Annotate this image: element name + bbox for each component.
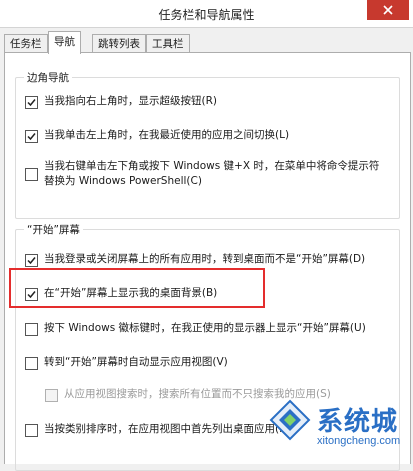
option-auto-show-apps-view[interactable]: 转到“开始”屏幕时自动显示应用视图(V)	[25, 355, 405, 370]
watermark: 系统城 xitongcheng.com	[267, 397, 407, 457]
watermark-url: xitongcheng.com	[317, 435, 401, 447]
option-label-line2: 替换为 Windows PowerShell(C)	[44, 175, 202, 187]
checkbox[interactable]	[25, 168, 38, 181]
tab-toolbars[interactable]: 工具栏	[146, 34, 190, 53]
option-switch-recent-apps[interactable]: 当我单击左上角时，在我最近使用的应用之间切换(L)	[25, 128, 405, 143]
option-go-to-desktop[interactable]: 当我登录或关闭屏幕上的所有应用时，转到桌面而不是“开始”屏幕(D)	[25, 252, 405, 267]
tab-jump-lists[interactable]: 跳转列表	[92, 34, 146, 53]
checkbox[interactable]	[25, 96, 38, 109]
checkbox[interactable]	[25, 424, 38, 437]
group-title-start-screen: “开始”屏幕	[24, 222, 83, 237]
checkmark-icon	[27, 133, 36, 141]
option-label: 在“开始”屏幕上显示我的桌面背景(B)	[44, 287, 218, 299]
checkmark-icon	[27, 291, 36, 299]
site-logo-icon	[269, 399, 311, 441]
tab-navigation[interactable]: 导航	[48, 31, 81, 54]
option-show-start-on-current-display[interactable]: 按下 Windows 徽标键时，在我正使用的显示器上显示“开始”屏幕(U)	[25, 321, 405, 336]
option-label: 当我指向右上角时，显示超级按钮(R)	[44, 95, 217, 107]
option-label: 当我登录或关闭屏幕上的所有应用时，转到桌面而不是“开始”屏幕(D)	[44, 253, 366, 265]
watermark-name: 系统城	[317, 407, 399, 437]
close-icon	[383, 5, 393, 15]
checkbox	[45, 389, 58, 402]
option-replace-with-powershell[interactable]: 当我右键单击左下角或按下 Windows 键+X 时，在菜单中将命令提示符 替换…	[25, 159, 405, 189]
option-label: 转到“开始”屏幕时自动显示应用视图(V)	[44, 356, 228, 368]
option-label: 当我右键单击左下角或按下 Windows 键+X 时，在菜单中将命令提示符 替换…	[44, 159, 379, 189]
checkbox[interactable]	[25, 357, 38, 370]
option-label: 当按类别排序时，在应用视图中首先列出桌面应用(H)	[44, 423, 292, 435]
option-label: 当我单击左上角时，在我最近使用的应用之间切换(L)	[44, 129, 290, 141]
option-label-line1: 当我右键单击左下角或按下 Windows 键+X 时，在菜单中将命令提示符	[44, 160, 380, 172]
tab-taskbar[interactable]: 任务栏	[4, 34, 48, 53]
group-title-corner-navigation: 边角导航	[24, 70, 72, 85]
option-label: 按下 Windows 徽标键时，在我正使用的显示器上显示“开始”屏幕(U)	[44, 322, 366, 334]
checkbox[interactable]	[25, 288, 38, 301]
checkmark-icon	[27, 99, 36, 107]
option-show-charms[interactable]: 当我指向右上角时，显示超级按钮(R)	[25, 94, 405, 109]
checkbox[interactable]	[25, 130, 38, 143]
title-bar: 任务栏和导航属性	[0, 0, 413, 28]
option-show-desktop-background[interactable]: 在“开始”屏幕上显示我的桌面背景(B)	[25, 286, 405, 301]
checkbox[interactable]	[25, 254, 38, 267]
close-button[interactable]	[367, 0, 409, 20]
window-title: 任务栏和导航属性	[158, 8, 255, 22]
checkbox[interactable]	[25, 323, 38, 336]
checkmark-icon	[27, 257, 36, 265]
